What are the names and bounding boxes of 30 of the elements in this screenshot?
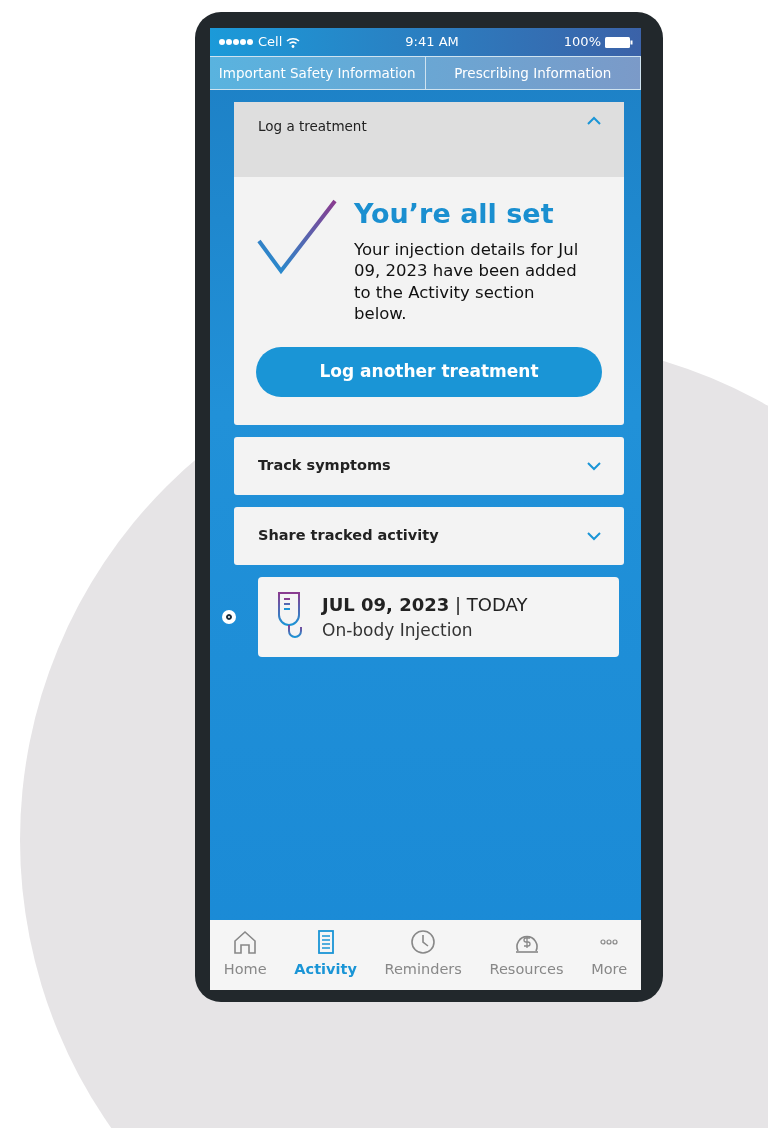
chevron-icon: [586, 530, 602, 541]
tab-bar-item[interactable]: Home: [223, 929, 267, 981]
battery-icon: [605, 36, 633, 48]
confirmation-message: Your injection details for Jul 09, 2023 have been added to the Activity section below.: [354, 238, 579, 325]
accordion-header[interactable]: Log a treatment: [234, 102, 624, 178]
tab-bar-item[interactable]: Reminders: [384, 929, 462, 981]
carrier-name: Cell: [258, 33, 283, 52]
chevron-icon: [586, 116, 602, 127]
info-link[interactable]: Important Safety Information: [210, 57, 426, 90]
house-icon: [232, 929, 259, 956]
tab-bar-item[interactable]: More: [591, 929, 628, 981]
battery-level: 100%: [563, 33, 601, 52]
activity-date: JUL 09, 2023 | TODAY: [322, 592, 528, 617]
timeline-dot: [222, 609, 236, 624]
accordion-header[interactable]: Share tracked activity: [234, 506, 624, 565]
activity-card[interactable]: JUL 09, 2023 | TODAY On-body Injection: [258, 576, 619, 658]
iv-bag-icon: [276, 590, 304, 641]
tab-bar-item[interactable]: Resources: [489, 929, 564, 981]
signal-icon: [218, 38, 254, 46]
accordion-header[interactable]: Track symptoms: [234, 436, 624, 495]
status-time: 9:41 AM: [405, 33, 459, 52]
confirmation-title: You’re all set: [354, 199, 555, 229]
activity-event: On-body Injection: [322, 618, 474, 642]
clock-icon: [410, 929, 437, 956]
dots-icon: [600, 939, 619, 946]
tab-bar-item[interactable]: Activity: [294, 929, 357, 981]
log-another-button[interactable]: Log another treatment: [256, 346, 602, 397]
info-link[interactable]: Prescribing Information: [425, 57, 641, 90]
wifi-icon: [286, 36, 301, 48]
chevron-icon: [586, 460, 602, 471]
